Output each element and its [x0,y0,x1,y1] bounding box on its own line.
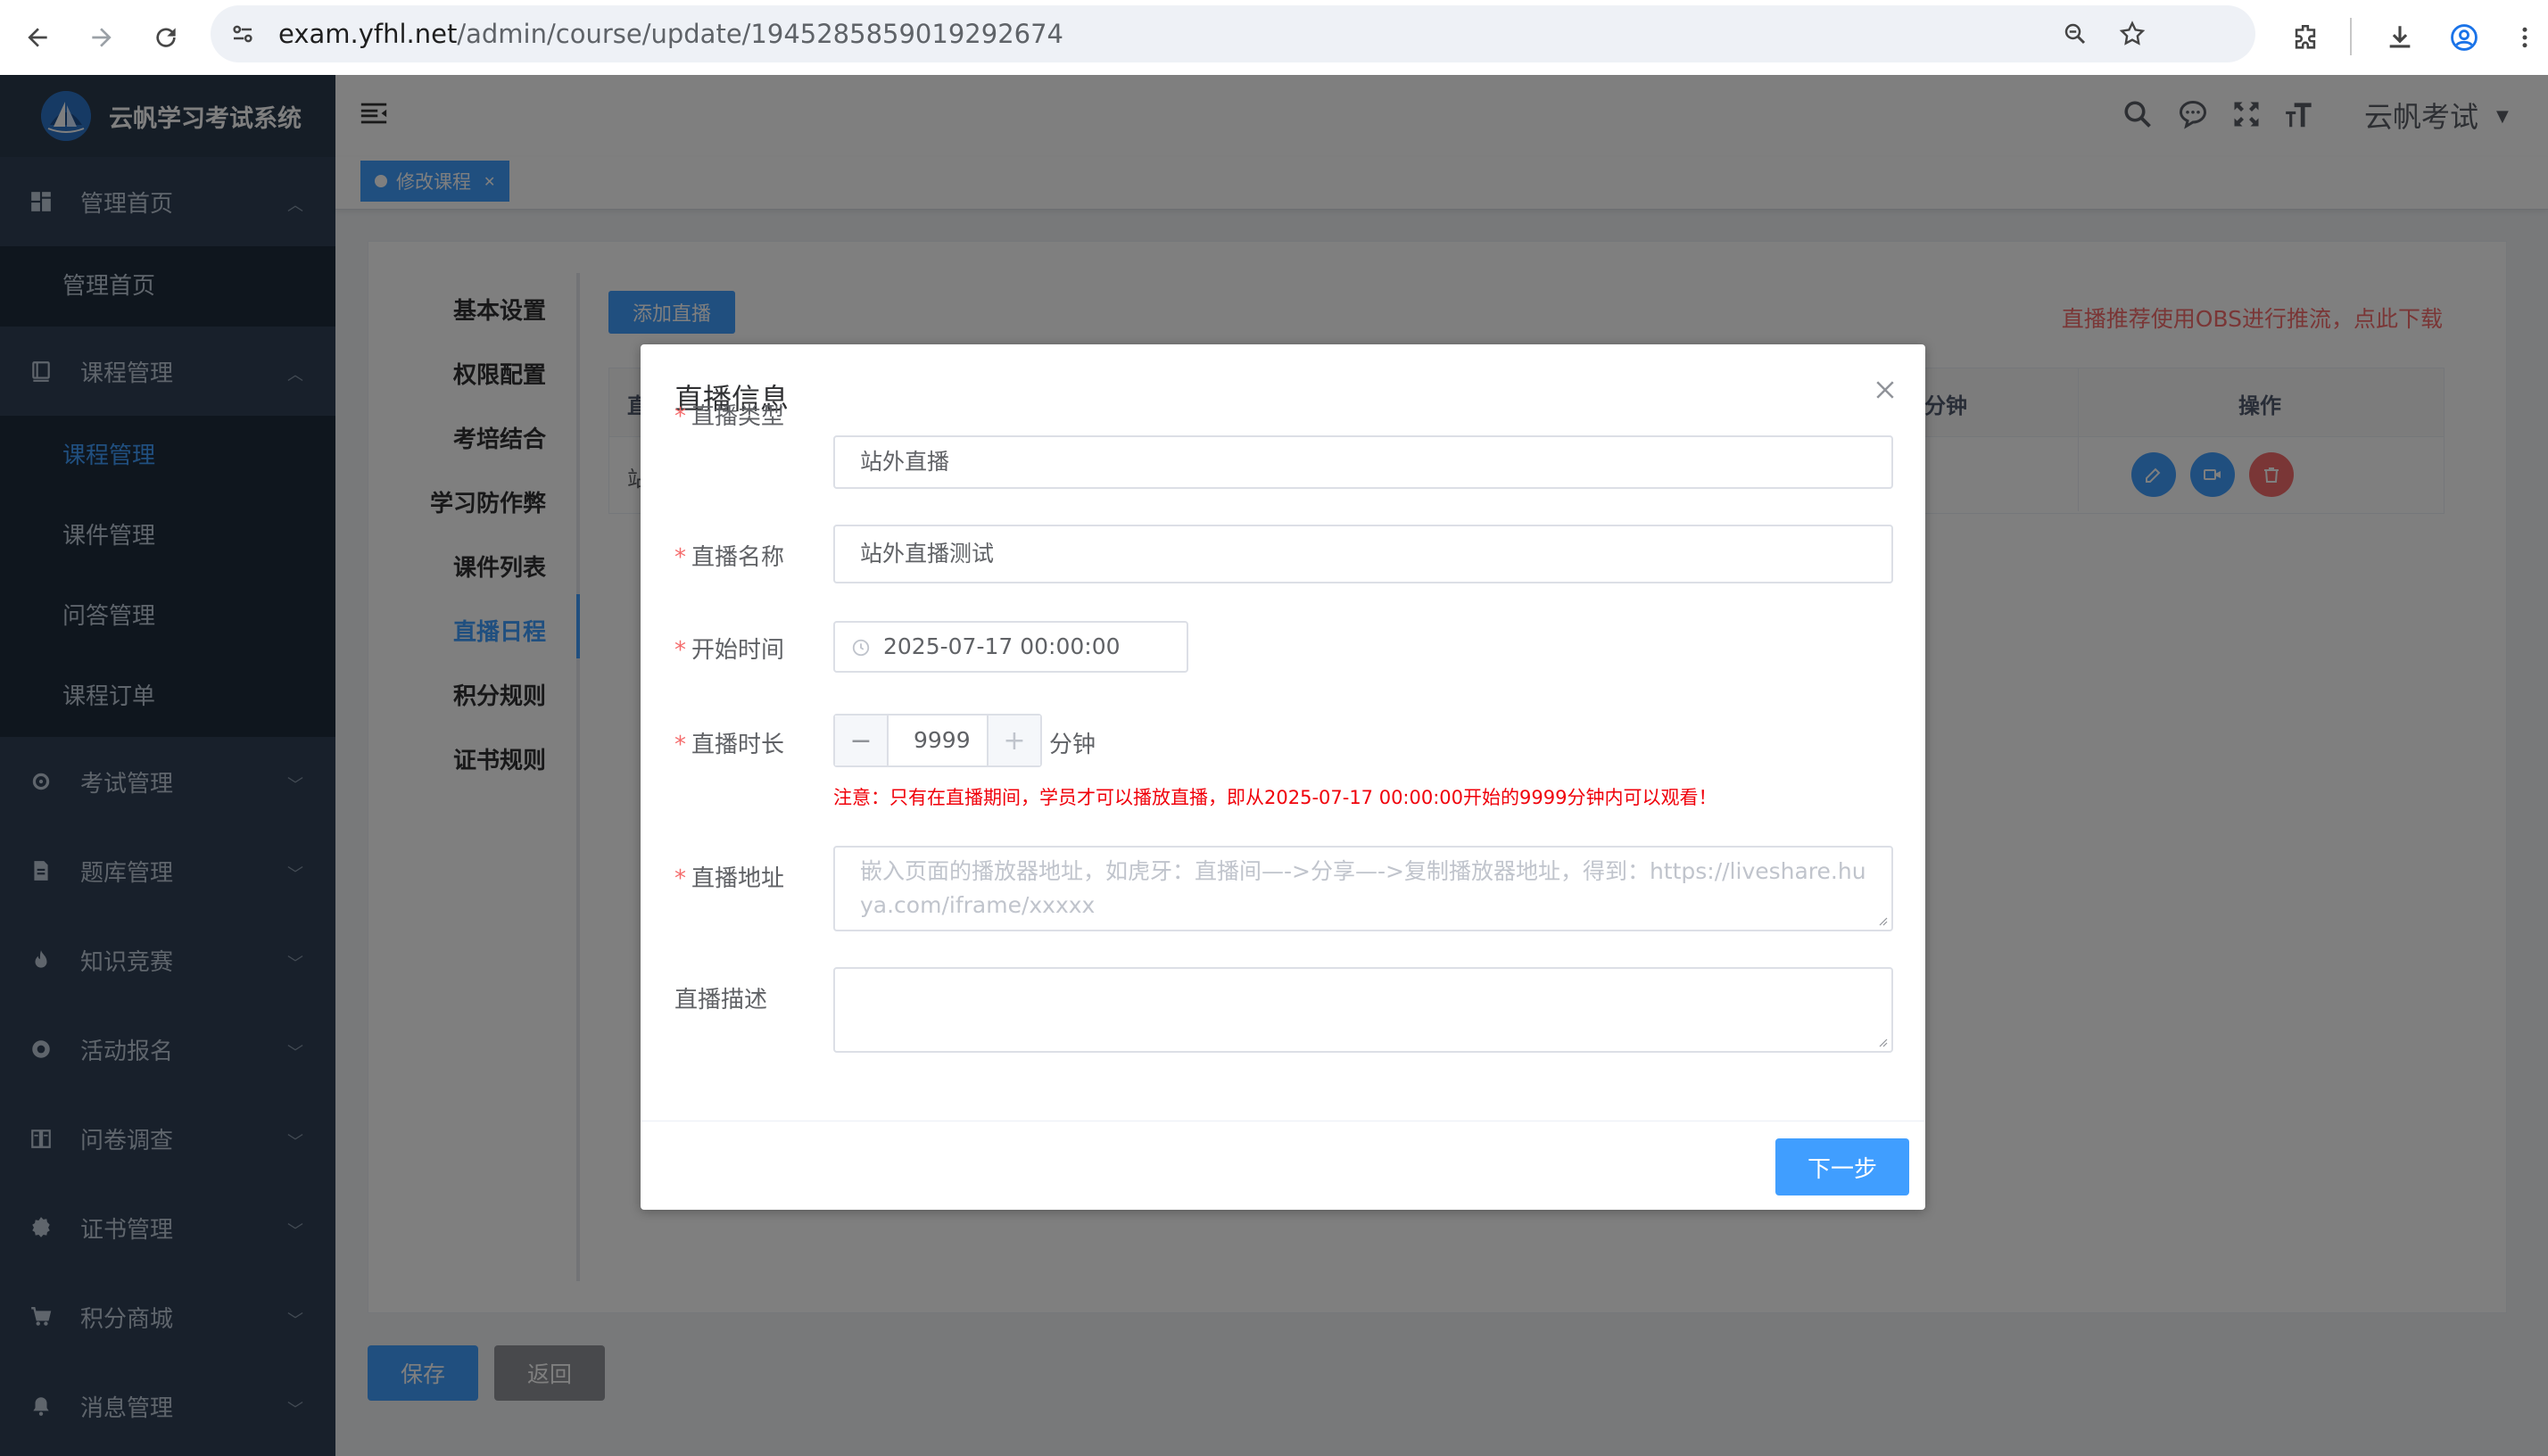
required-mark: * [674,637,686,664]
start-time-picker[interactable]: 2025-07-17 00:00:00 [833,621,1188,673]
notice-text: 注意：只有在直播期间，学员才可以播放直播，即从2025-07-17 00:00:… [833,787,1717,808]
reload-icon[interactable] [145,16,187,59]
live-name-value: 站外直播测试 [860,541,995,567]
field-label-name: * 直播名称 [674,544,785,571]
field-label-start: * 开始时间 [674,637,785,664]
field-label-address: * 直播地址 [674,865,785,892]
address-placeholder: 嵌入页面的播放器地址，如虎牙：直播间—->分享—->复制播放器地址，得到：htt… [860,858,1866,918]
profile-icon[interactable] [2439,12,2489,62]
duration-value[interactable]: 9999 [914,716,971,765]
required-mark: * [674,732,686,758]
browser-menu-icon[interactable] [2500,12,2548,62]
next-step-button[interactable]: 下一步 [1775,1138,1909,1195]
bookmark-star-icon[interactable] [2107,9,2157,59]
increase-button[interactable]: + [987,716,1040,765]
close-icon[interactable] [1872,376,1899,403]
browser-toolbar: exam.yfhl.net/admin/course/update/194528… [0,0,2548,77]
decrease-button[interactable]: − [835,716,889,765]
clock-icon [851,637,871,663]
resize-handle-icon[interactable] [1877,915,1888,926]
live-name-input[interactable]: 站外直播测试 [833,525,1893,583]
live-address-textarea[interactable]: 嵌入页面的播放器地址，如虎牙：直播间—->分享—->复制播放器地址，得到：htt… [833,846,1893,931]
field-label-desc: 直播描述 [674,987,768,1013]
download-icon[interactable] [2375,12,2425,62]
back-arrow-icon[interactable] [16,16,59,59]
address-bar[interactable]: exam.yfhl.net/admin/course/update/194528… [211,5,2255,62]
start-time-value: 2025-07-17 00:00:00 [883,633,1121,659]
live-type-select[interactable]: 站外直播 [833,435,1893,489]
field-label-type: * 直播类型 [674,403,785,430]
site-settings-icon[interactable] [221,12,264,55]
resize-handle-icon[interactable] [1877,1037,1888,1047]
live-type-value: 站外直播 [860,449,950,475]
duration-stepper[interactable]: − 9999 + [833,714,1042,767]
field-label-duration: * 直播时长 [674,732,785,758]
live-info-dialog: 直播信息 * 直播类型 站外直播 * 直播名称 站外直播测试 * 开始时间 2025-… [641,344,1925,1210]
zoom-icon[interactable] [2050,9,2100,59]
url-text: exam.yfhl.net/admin/course/update/194528… [278,19,1063,49]
forward-arrow-icon[interactable] [80,16,123,59]
required-mark: * [674,403,686,430]
required-mark: * [674,865,686,892]
required-mark: * [674,544,686,571]
extensions-icon[interactable] [2280,12,2330,62]
duration-unit: 分钟 [1049,732,1096,758]
toolbar-divider [2350,18,2352,55]
live-desc-textarea[interactable] [833,967,1893,1053]
